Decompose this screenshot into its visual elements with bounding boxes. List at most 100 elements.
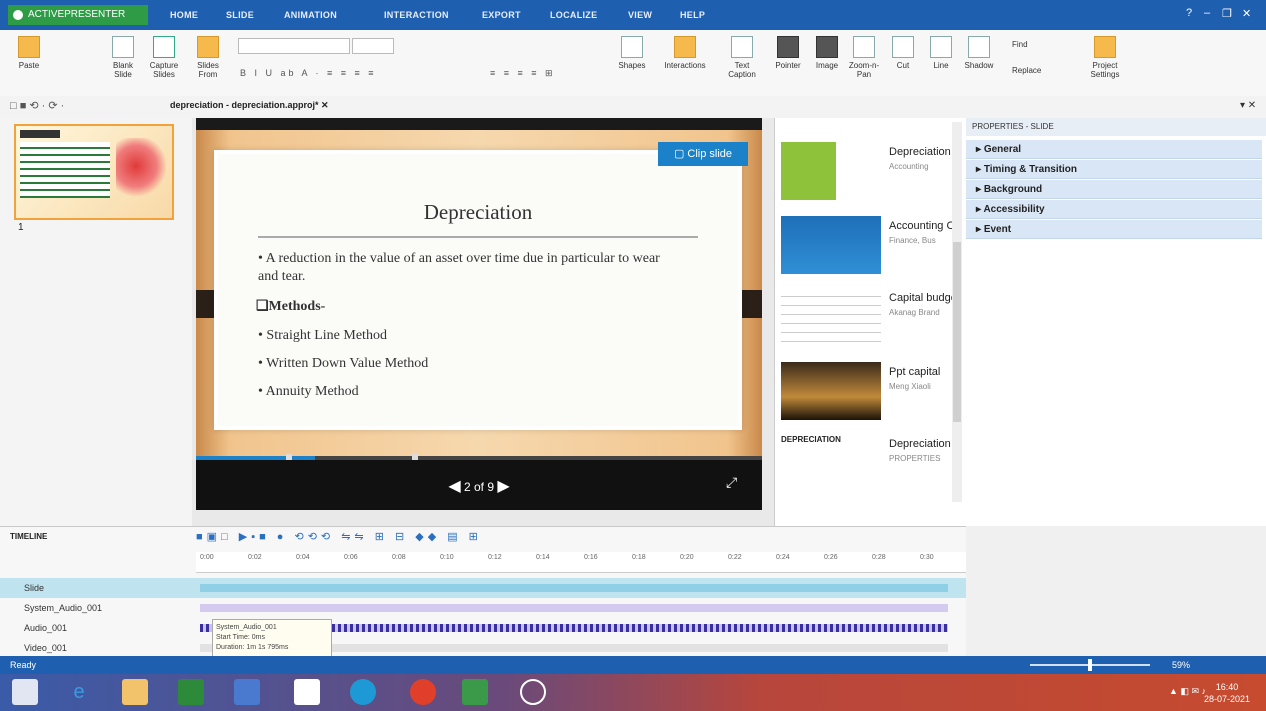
line-button[interactable]: Line — [924, 36, 958, 70]
method-item: • Written Down Value Method — [258, 356, 429, 371]
text-format-tools[interactable]: B I U ab A · ≡ ≡ ≡ ≡ — [240, 68, 377, 78]
project-settings-button[interactable]: Project Settings — [1080, 36, 1130, 79]
next-slide-icon[interactable]: ▶ — [497, 478, 509, 495]
quick-access-icons[interactable]: □ ■ ⟲ · ⟳ · — [10, 99, 64, 112]
store-icon[interactable] — [178, 679, 204, 705]
prop-timing-transition[interactable]: ▸ Timing & Transition — [966, 160, 1262, 179]
title-divider — [258, 236, 698, 238]
cut-button[interactable]: Cut — [886, 36, 920, 70]
blank-slide-button[interactable]: Blank Slide — [106, 36, 140, 79]
tab-interaction[interactable]: INTERACTION — [384, 5, 449, 25]
timeline-ruler[interactable]: 0:00 0:02 0:04 0:06 0:08 0:10 0:12 0:14 … — [196, 552, 966, 573]
thumb-art — [116, 138, 166, 208]
prop-label: General — [983, 144, 1022, 155]
library-thumb: DEPRECIATION — [781, 434, 881, 492]
timeline-toolbar[interactable]: ■▣□ ▶▪■ ● ⟲⟲⟲ ⇋⇋ ⊞ ⊟ ◆◆ ▤ ⊞ — [196, 530, 482, 543]
library-thumb-text: DEPRECIATION — [781, 435, 841, 444]
scrollbar-thumb[interactable] — [953, 242, 961, 422]
timeline-row-video[interactable]: Video_001 — [0, 638, 966, 658]
tab-slide[interactable]: SLIDE — [226, 5, 254, 25]
system-audio-track[interactable] — [200, 604, 948, 612]
tab-help[interactable]: HELP — [680, 5, 705, 25]
slide-track[interactable] — [200, 584, 948, 592]
prop-general[interactable]: ▸ General — [966, 140, 1262, 159]
slide-thumbnail[interactable] — [14, 124, 174, 220]
paragraph-tools[interactable]: ≡ ≡ ≡ ≡ ⊞ — [490, 68, 556, 79]
library-item[interactable]: Accounting Cash Flow Finance, Bus — [781, 216, 959, 276]
font-family-select[interactable] — [238, 38, 350, 54]
interactions-icon — [674, 36, 696, 58]
app-icon[interactable] — [234, 679, 260, 705]
capture-icon — [153, 36, 175, 58]
image-button[interactable]: Image — [810, 36, 844, 70]
prop-background[interactable]: ▸ Background — [966, 180, 1262, 199]
replace-button[interactable]: Replace — [1012, 66, 1062, 75]
close-button[interactable]: ✕ — [1242, 7, 1251, 20]
activepresenter-taskbar-icon[interactable] — [462, 679, 488, 705]
line-label: Line — [933, 61, 949, 70]
find-button[interactable]: Find — [1012, 40, 1062, 49]
shapes-button[interactable]: Shapes — [612, 36, 652, 70]
document-icon[interactable] — [294, 679, 320, 705]
minimize-button[interactable]: – — [1204, 7, 1210, 19]
app-menu-button[interactable]: ACTIVEPRESENTER — [8, 5, 148, 25]
library-item[interactable]: Depreciation methods Accounting — [781, 142, 959, 202]
text-caption-button[interactable]: Text Caption — [722, 36, 762, 79]
status-bar: Ready 59% — [0, 656, 1266, 674]
library-item-sub: Meng Xiaoli — [889, 382, 931, 391]
slide-content[interactable]: Depreciation • A reduction in the value … — [218, 154, 738, 426]
prev-slide-icon[interactable]: ◀ — [448, 478, 460, 495]
zoom-pan-button[interactable]: Zoom-n-Pan — [846, 36, 882, 79]
slides-from-button[interactable]: Slides From — [190, 36, 226, 79]
timeline-row-audio[interactable]: Audio_001 — [0, 618, 966, 638]
document-tab[interactable]: depreciation - depreciation.approj* ✕ — [170, 100, 329, 111]
shadow-button[interactable]: Shadow — [962, 36, 996, 70]
zoom-pan-label: Zoom-n-Pan — [848, 61, 880, 79]
interactions-button[interactable]: Interactions — [658, 36, 712, 70]
ruler-tick: 0:24 — [776, 554, 790, 561]
library-item[interactable]: Capital budgeting Akanag Brand — [781, 288, 959, 348]
pointer-button[interactable]: Pointer — [770, 36, 806, 70]
windows-start-icon[interactable] — [12, 679, 38, 705]
prop-label: Event — [983, 224, 1012, 235]
help-button[interactable]: ? — [1186, 7, 1192, 19]
file-explorer-icon[interactable] — [122, 679, 148, 705]
timeline-row-system-audio[interactable]: System_Audio_001 — [0, 598, 966, 618]
prop-event[interactable]: ▸ Event — [966, 220, 1262, 239]
ruler-tick: 0:18 — [632, 554, 646, 561]
library-item[interactable]: Ppt capital Meng Xiaoli — [781, 362, 957, 422]
internet-explorer-icon[interactable]: e — [66, 679, 92, 705]
chrome-icon[interactable] — [410, 679, 436, 705]
shadow-icon — [968, 36, 990, 58]
pin-close-icon[interactable]: ▾ ✕ — [1240, 100, 1256, 111]
paste-label: Paste — [18, 61, 40, 70]
tab-localize[interactable]: LOCALIZE — [550, 5, 597, 25]
clip-slide-button[interactable]: ▢ Clip slide — [658, 142, 748, 166]
paste-button[interactable]: Paste — [14, 36, 44, 70]
tab-animation[interactable]: ANIMATION — [284, 5, 337, 25]
tab-export[interactable]: EXPORT — [482, 5, 521, 25]
properties-header: PROPERTIES - SLIDE — [966, 118, 1266, 136]
prop-accessibility[interactable]: ▸ Accessibility — [966, 200, 1262, 219]
tab-home[interactable]: HOME — [170, 5, 198, 25]
library-item-title: Depreciation — [889, 438, 951, 450]
skype-icon[interactable] — [350, 679, 376, 705]
zoom-slider-thumb[interactable] — [1088, 659, 1092, 671]
slide-title: Depreciation — [423, 200, 533, 224]
capture-slides-button[interactable]: Capture Slides — [146, 36, 182, 79]
clock[interactable]: 16:40 28-07-2021 — [1204, 681, 1250, 705]
library-scrollbar[interactable] — [952, 122, 962, 502]
tooltip-line: Start Time: 0ms — [216, 634, 266, 641]
library-thumb — [781, 216, 881, 274]
library-item[interactable]: DEPRECIATION Depreciation PROPERTIES — [781, 434, 957, 494]
slideshare-library: Depreciation methods Accounting Accounti… — [774, 118, 967, 526]
tab-view[interactable]: VIEW — [628, 5, 652, 25]
font-size-select[interactable] — [352, 38, 394, 54]
fullscreen-icon[interactable]: ⤢ — [726, 474, 737, 491]
system-tray-icons[interactable]: ▲ ◧ ✉ ♪ — [1169, 686, 1206, 697]
restore-button[interactable]: ❐ — [1222, 7, 1232, 20]
timeline-row-slide[interactable]: Slide — [0, 578, 966, 598]
ruler-tick: 0:14 — [536, 554, 550, 561]
record-icon[interactable] — [520, 679, 546, 705]
prop-label: Accessibility — [983, 204, 1045, 215]
